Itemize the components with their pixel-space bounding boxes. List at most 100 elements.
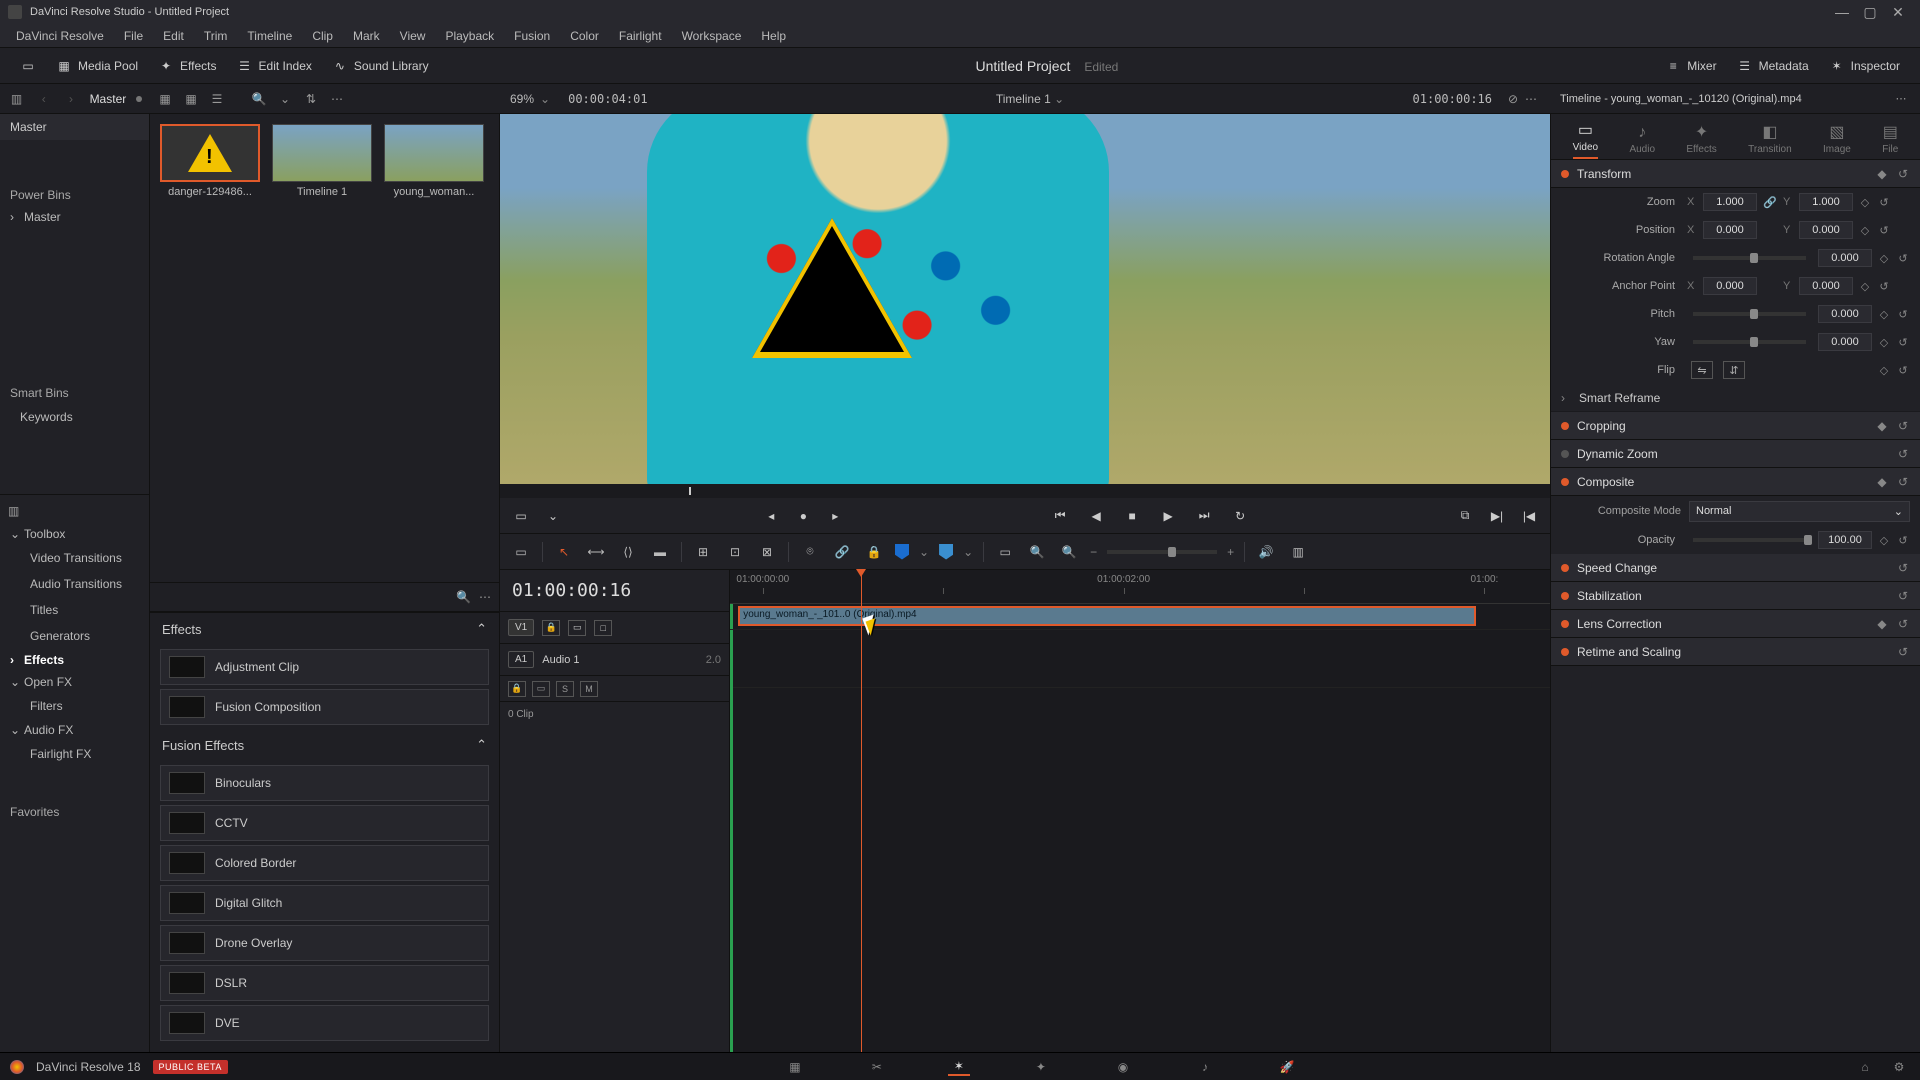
fusion-effects-group-header[interactable]: Fusion Effects⌃: [150, 729, 499, 761]
search-icon[interactable]: 🔍: [456, 590, 471, 604]
bin-master-header[interactable]: Master: [0, 114, 149, 140]
sound-library-button[interactable]: ∿Sound Library: [322, 54, 439, 78]
flip-h-button[interactable]: ⇋: [1691, 361, 1713, 379]
lens-correction-header[interactable]: Lens Correction◆↺: [1551, 610, 1920, 638]
arrow-tool-icon[interactable]: ↖: [553, 541, 575, 563]
toolbox-generators[interactable]: Generators: [0, 623, 149, 649]
window-close[interactable]: ✕: [1884, 4, 1912, 21]
reset-icon[interactable]: ↺: [1896, 447, 1910, 461]
reset-icon[interactable]: ↺: [1896, 419, 1910, 433]
keyframe-icon[interactable]: ◆: [1876, 475, 1888, 489]
timeline-ruler[interactable]: 01:00:00:00 01:00:02:00 01:00:: [730, 570, 1550, 604]
anchor-x-input[interactable]: 0.000: [1703, 277, 1757, 295]
pos-x-input[interactable]: 0.000: [1703, 221, 1757, 239]
chevron-right-icon[interactable]: ›: [62, 90, 79, 108]
a1-lock-icon[interactable]: 🔒: [508, 681, 526, 697]
menu-workspace[interactable]: Workspace: [672, 29, 752, 43]
snap-icon[interactable]: ⌾: [799, 541, 821, 563]
tab-file[interactable]: ▤File: [1882, 122, 1898, 159]
menu-playback[interactable]: Playback: [435, 29, 504, 43]
edit-index-button[interactable]: ☰Edit Index: [227, 54, 322, 78]
reset-icon[interactable]: ↺: [1877, 196, 1891, 209]
anchor-y-input[interactable]: 0.000: [1799, 277, 1853, 295]
tab-video[interactable]: ▭Video: [1573, 120, 1598, 159]
smart-bin-keywords[interactable]: Keywords: [0, 404, 149, 430]
zoom-out-icon[interactable]: 🔍: [1026, 541, 1048, 563]
marker-blue-icon[interactable]: [939, 544, 953, 560]
keyframe-icon[interactable]: ◇: [1859, 196, 1871, 209]
reset-icon[interactable]: ↺: [1896, 561, 1910, 575]
metadata-button[interactable]: ☰Metadata: [1727, 54, 1819, 78]
trim-tool-icon[interactable]: ⟷: [585, 541, 607, 563]
insert-icon[interactable]: ⊞: [692, 541, 714, 563]
rotation-input[interactable]: 0.000: [1818, 249, 1872, 267]
play-icon[interactable]: ▶: [1157, 505, 1179, 527]
prev-marker-icon[interactable]: |◀: [1518, 505, 1540, 527]
page-edit-icon[interactable]: ✶: [948, 1058, 970, 1076]
list-view-icon[interactable]: ☰: [208, 90, 226, 108]
link-xy-icon[interactable]: 🔗: [1763, 196, 1777, 209]
reset-icon[interactable]: ↺: [1896, 252, 1910, 265]
media-pool-button[interactable]: ▦Media Pool: [46, 54, 148, 78]
keyframe-icon[interactable]: ◇: [1878, 534, 1890, 547]
dynamic-trim-icon[interactable]: ⟨⟩: [617, 541, 639, 563]
inspector-button[interactable]: ✶Inspector: [1819, 54, 1910, 78]
power-bin-master[interactable]: ›Master: [0, 206, 149, 228]
flag-blue-icon[interactable]: [895, 544, 909, 560]
keyframe-icon[interactable]: ◇: [1878, 336, 1890, 349]
window-maximize[interactable]: ▢: [1856, 4, 1884, 21]
effect-dslr[interactable]: DSLR: [160, 965, 489, 1001]
thumb-view-small-icon[interactable]: ▦: [182, 90, 200, 108]
viewer-scrubber[interactable]: [500, 484, 1550, 498]
viewer-more-icon[interactable]: ⋯: [1522, 90, 1540, 108]
more-icon[interactable]: ⋯: [479, 590, 491, 604]
power-bins-header[interactable]: Power Bins: [0, 180, 149, 206]
composite-mode-select[interactable]: Normal⌄: [1689, 501, 1910, 522]
menu-edit[interactable]: Edit: [153, 29, 194, 43]
opacity-slider[interactable]: [1693, 538, 1806, 542]
menu-trim[interactable]: Trim: [194, 29, 238, 43]
v1-enable-icon[interactable]: □: [594, 620, 612, 636]
menu-timeline[interactable]: Timeline: [237, 29, 302, 43]
a1-solo-button[interactable]: S: [556, 681, 574, 697]
loop-icon[interactable]: ↻: [1229, 505, 1251, 527]
dynamic-zoom-header[interactable]: Dynamic Zoom↺: [1551, 440, 1920, 468]
openfx-node[interactable]: ⌄Open FX: [0, 671, 149, 693]
effects-node[interactable]: ›Effects: [0, 649, 149, 671]
opacity-input[interactable]: 100.00: [1818, 531, 1872, 549]
range-icon[interactable]: ▭: [994, 541, 1016, 563]
flag-chevron-icon[interactable]: ⌄: [919, 545, 929, 559]
cropping-header[interactable]: Cropping◆↺: [1551, 412, 1920, 440]
inspector-more-icon[interactable]: ⋯: [1892, 90, 1910, 108]
effect-fusion-composition[interactable]: Fusion Composition: [160, 689, 489, 725]
stabilization-header[interactable]: Stabilization↺: [1551, 582, 1920, 610]
pitch-slider[interactable]: [1693, 312, 1806, 316]
timeline-tracks[interactable]: 01:00:00:00 01:00:02:00 01:00: young_wom…: [730, 570, 1550, 1052]
retime-scaling-header[interactable]: Retime and Scaling↺: [1551, 638, 1920, 666]
effect-binoculars[interactable]: Binoculars: [160, 765, 489, 801]
flip-v-button[interactable]: ⇵: [1723, 361, 1745, 379]
tab-image[interactable]: ▧Image: [1823, 122, 1851, 159]
keyframe-icon[interactable]: ◇: [1859, 224, 1871, 237]
audio-icon[interactable]: 🔊: [1255, 541, 1277, 563]
effect-digital-glitch[interactable]: Digital Glitch: [160, 885, 489, 921]
keyframe-icon[interactable]: ◇: [1878, 252, 1890, 265]
bin-master-label[interactable]: Master: [90, 92, 127, 106]
timeline-options-icon[interactable]: ▥: [1287, 541, 1309, 563]
a1-track[interactable]: [730, 630, 1550, 688]
page-color-icon[interactable]: ◉: [1112, 1058, 1134, 1076]
prev-edit-icon[interactable]: ◂: [760, 505, 782, 527]
next-edit-icon[interactable]: ▸: [824, 505, 846, 527]
menu-fairlight[interactable]: Fairlight: [609, 29, 672, 43]
effect-colored-border[interactable]: Colored Border: [160, 845, 489, 881]
sort-icon[interactable]: ⇅: [302, 90, 320, 108]
page-fairlight-icon[interactable]: ♪: [1194, 1058, 1216, 1076]
reset-icon[interactable]: ↺: [1896, 475, 1910, 489]
reset-icon[interactable]: ↺: [1896, 589, 1910, 603]
v1-auto-select-icon[interactable]: ▭: [568, 620, 586, 636]
v1-track[interactable]: young_woman_-_101..0 (Original).mp4: [730, 604, 1550, 630]
menu-file[interactable]: File: [114, 29, 153, 43]
effect-dve[interactable]: DVE: [160, 1005, 489, 1041]
effect-adjustment-clip[interactable]: Adjustment Clip: [160, 649, 489, 685]
favorites-header[interactable]: Favorites: [0, 797, 149, 823]
